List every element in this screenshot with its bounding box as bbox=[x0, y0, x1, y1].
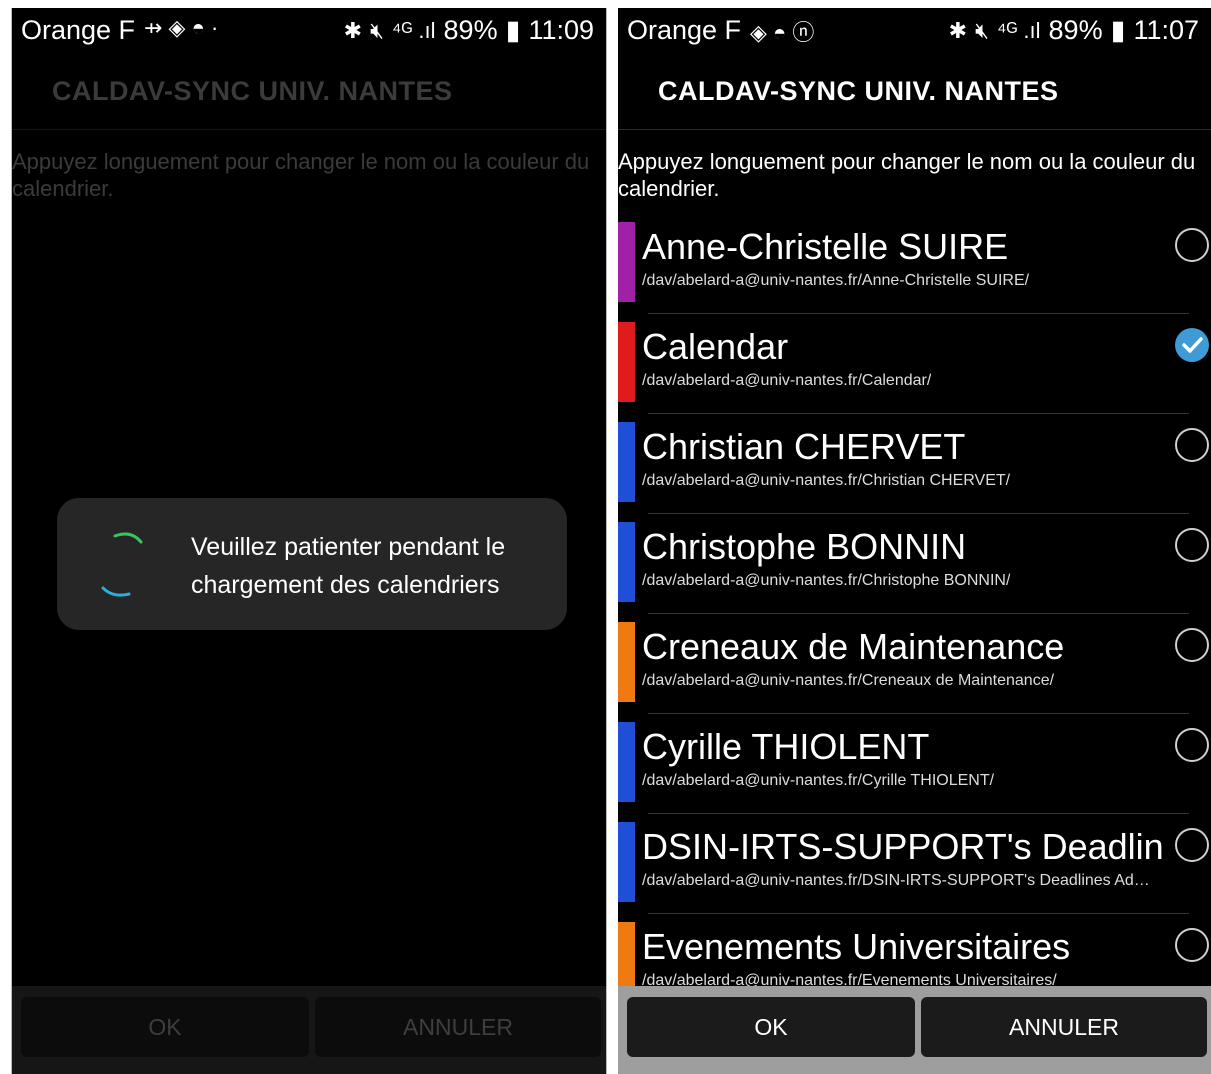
calendar-path: /dav/abelard-a@univ-nantes.fr/Calendar/ bbox=[642, 372, 932, 389]
progress-dialog: Veuillez patienter pendant le chargement… bbox=[57, 498, 567, 630]
battery-icon: ▮ bbox=[505, 15, 521, 45]
calendar-name: Creneaux de Maintenance bbox=[642, 626, 1065, 667]
battery-icon: ▮ bbox=[1110, 15, 1126, 45]
cancel-button[interactable]: ANNULER bbox=[921, 997, 1207, 1057]
calendar-item[interactable]: Calendar/dav/abelard-a@univ-nantes.fr/Ca… bbox=[618, 314, 1211, 414]
radio-icon[interactable] bbox=[1175, 528, 1209, 562]
battery-percent: 89% bbox=[443, 15, 498, 45]
progress-message: Veuillez patienter pendant le chargement… bbox=[191, 533, 506, 599]
calendar-item[interactable]: Christophe BONNIN/dav/abelard-a@univ-nan… bbox=[618, 514, 1211, 614]
calendar-color-swatch bbox=[618, 522, 635, 602]
signal-icon: ⁴ᴳ .ıl bbox=[391, 17, 436, 43]
calendar-name: Anne-Christelle SUIRE bbox=[642, 226, 1009, 267]
calendar-name: DSIN-IRTS-SUPPORT's Deadlin… bbox=[642, 826, 1162, 867]
calendar-item[interactable]: DSIN-IRTS-SUPPORT's Deadlin… /dav/abelard… bbox=[618, 814, 1211, 914]
notification-icons: ⇸ ◈ ◓ · bbox=[144, 15, 219, 40]
loading-screen: Orange F ⇸ ◈ ◓ · ✱ 🔇︎ ⁴ᴳ .ıl 89% ▮ 11:09… bbox=[11, 8, 607, 1074]
divider bbox=[12, 129, 606, 130]
calendar-color-swatch bbox=[618, 722, 635, 802]
divider bbox=[618, 129, 1211, 130]
radio-icon[interactable] bbox=[1175, 728, 1209, 762]
radio-icon[interactable] bbox=[1175, 928, 1209, 962]
checked-radio-icon[interactable] bbox=[1175, 328, 1209, 362]
calendar-path: /dav/abelard-a@univ-nantes.fr/Cyrille TH… bbox=[642, 772, 995, 789]
calendar-color-swatch bbox=[618, 822, 635, 902]
radio-icon[interactable] bbox=[1175, 628, 1209, 662]
calendar-path: /dav/abelard-a@univ-nantes.fr/DSIN-IRTS-… bbox=[642, 872, 1150, 889]
calendar-color-swatch bbox=[618, 922, 635, 986]
calendar-color-swatch bbox=[618, 222, 635, 302]
status-bar: Orange F ◈ ◓ ⓝ ✱ 🔇︎ ⁴ᴳ .ıl 89% ▮ 11:07 bbox=[618, 8, 1211, 54]
calendar-select-screen: Orange F ◈ ◓ ⓝ ✱ 🔇︎ ⁴ᴳ .ıl 89% ▮ 11:07 C… bbox=[618, 8, 1211, 1074]
calendar-path: /dav/abelard-a@univ-nantes.fr/Christophe… bbox=[642, 572, 1011, 589]
radio-icon[interactable] bbox=[1175, 828, 1209, 862]
radio-icon[interactable] bbox=[1175, 428, 1209, 462]
calendar-name: Cyrille THIOLENT bbox=[642, 726, 930, 767]
radio-icon[interactable] bbox=[1175, 228, 1209, 262]
carrier-name: Orange F bbox=[21, 15, 136, 45]
calendar-path: /dav/abelard-a@univ-nantes.fr/Creneaux d… bbox=[642, 672, 1055, 689]
calendar-item[interactable]: Creneaux de Maintenance/dav/abelard-a@un… bbox=[618, 614, 1211, 714]
bluetooth-icon: ✱ bbox=[948, 17, 968, 43]
calendar-path: /dav/abelard-a@univ-nantes.fr/Anne-Chris… bbox=[642, 272, 1030, 289]
status-bar: Orange F ⇸ ◈ ◓ · ✱ 🔇︎ ⁴ᴳ .ıl 89% ▮ 11:09 bbox=[12, 8, 606, 54]
cancel-button[interactable]: ANNULER bbox=[315, 997, 601, 1057]
hint-text: Appuyez longuement pour changer le nom o… bbox=[12, 149, 590, 201]
ok-button[interactable]: OK bbox=[21, 997, 309, 1057]
clock: 11:09 bbox=[528, 15, 594, 45]
calendar-item[interactable]: Christian CHERVET/dav/abelard-a@univ-nan… bbox=[618, 414, 1211, 514]
mute-icon: 🔇︎ bbox=[975, 17, 989, 43]
calendar-name: Calendar bbox=[642, 326, 789, 367]
signal-icon: ⁴ᴳ .ıl bbox=[996, 17, 1041, 43]
calendar-item[interactable]: Anne-Christelle SUIRE/dav/abelard-a@univ… bbox=[618, 214, 1211, 314]
calendar-path: /dav/abelard-a@univ-nantes.fr/Christian … bbox=[642, 472, 1011, 489]
calendar-path: /dav/abelard-a@univ-nantes.fr/Evenements… bbox=[642, 972, 1057, 986]
battery-percent: 89% bbox=[1048, 15, 1103, 45]
mute-icon: 🔇︎ bbox=[370, 17, 384, 43]
hint-text: Appuyez longuement pour changer le nom o… bbox=[618, 149, 1196, 201]
ok-button[interactable]: OK bbox=[627, 997, 915, 1057]
calendar-item[interactable]: Cyrille THIOLENT/dav/abelard-a@univ-nant… bbox=[618, 714, 1211, 814]
calendar-name: Christian CHERVET bbox=[642, 426, 966, 467]
bluetooth-icon: ✱ bbox=[343, 17, 363, 43]
calendar-name: Christophe BONNIN bbox=[642, 526, 967, 567]
page-title: CALDAV-SYNC UNIV. NANTES bbox=[658, 76, 1059, 106]
loading-spinner-icon bbox=[101, 532, 143, 597]
calendar-color-swatch bbox=[618, 322, 635, 402]
button-bar: OK ANNULER bbox=[12, 986, 606, 1074]
notification-icons: ◈ ◓ ⓝ bbox=[750, 20, 815, 45]
calendar-color-swatch bbox=[618, 622, 635, 702]
clock: 11:07 bbox=[1133, 15, 1199, 45]
calendar-list[interactable]: Anne-Christelle SUIRE/dav/abelard-a@univ… bbox=[618, 214, 1211, 986]
calendar-color-swatch bbox=[618, 422, 635, 502]
button-bar: OK ANNULER bbox=[618, 986, 1211, 1074]
page-title: CALDAV-SYNC UNIV. NANTES bbox=[52, 76, 453, 106]
calendar-name: Evenements Universitaires bbox=[642, 926, 1071, 967]
calendar-item[interactable]: Evenements Universitaires/dav/abelard-a@… bbox=[618, 914, 1211, 986]
carrier-name: Orange F bbox=[627, 15, 742, 45]
